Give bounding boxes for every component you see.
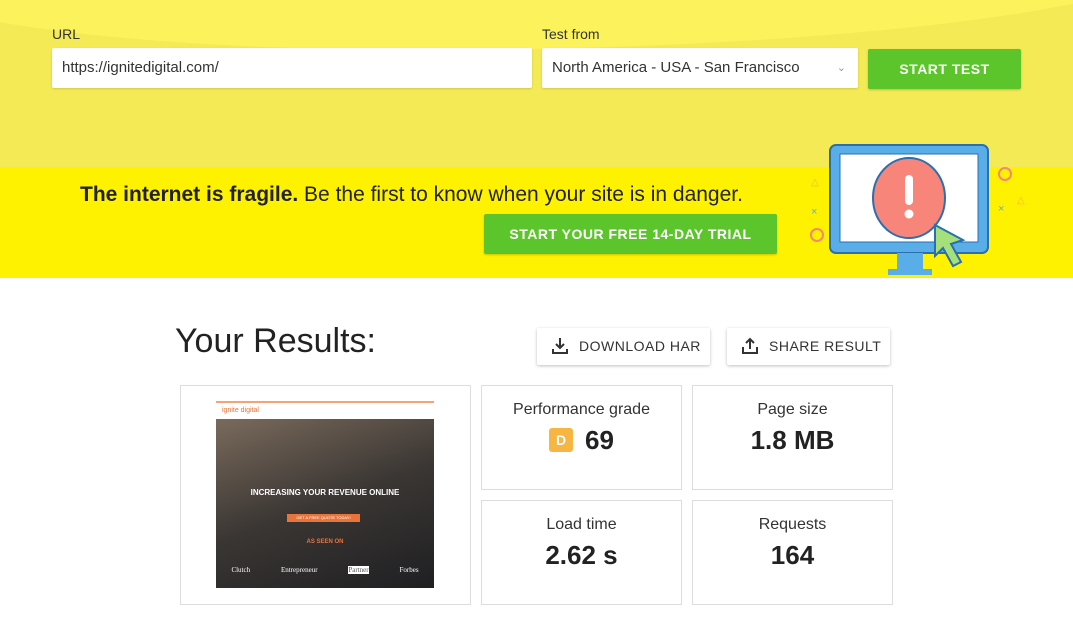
metric-value: 2.62 s <box>545 540 618 570</box>
chevron-down-icon: ⌄ <box>836 62 846 74</box>
download-label: DOWNLOAD HAR <box>579 338 701 354</box>
metric-value: 164 <box>770 540 815 570</box>
grade-badge: D <box>549 428 574 452</box>
download-icon <box>552 338 568 354</box>
thumb-headline: INCREASING YOUR REVENUE ONLINE <box>250 488 400 497</box>
metric-performance: Performance grade D 69 <box>481 385 682 490</box>
metric-label: Requests <box>758 516 827 533</box>
free-trial-button[interactable]: START YOUR FREE 14-DAY TRIAL <box>484 214 777 254</box>
thumb-brand: ignite digital <box>216 401 434 419</box>
metric-load-time: Load time 2.62 s <box>481 500 682 605</box>
selected-location: North America - USA - San Francisco <box>552 59 800 76</box>
metric-value: 69 <box>585 425 614 455</box>
share-result-button[interactable]: SHARE RESULT <box>727 328 890 365</box>
url-label: URL <box>52 26 81 42</box>
promo-rest: Be the first to know when your site is i… <box>298 183 743 206</box>
test-from-select[interactable]: North America - USA - San Francisco ⌄ <box>542 48 858 88</box>
promo-text: The internet is fragile. Be the first to… <box>80 183 743 207</box>
metric-requests: Requests 164 <box>692 500 893 605</box>
metric-label: Page size <box>757 401 828 418</box>
logo-forbes: Forbes <box>399 566 419 574</box>
results-title: Your Results: <box>175 322 376 360</box>
svg-text:△: △ <box>1017 195 1025 206</box>
url-input[interactable]: https://ignitedigital.com/ <box>52 48 532 88</box>
share-icon <box>742 337 758 354</box>
metric-label: Load time <box>546 516 617 533</box>
test-from-label: Test from <box>542 26 600 42</box>
promo-bold: The internet is fragile. <box>80 183 299 206</box>
monitor-alert-icon: △ △ × × <box>810 144 1025 275</box>
logo-entrepreneur: Entrepreneur <box>280 566 318 574</box>
logo-partner: Partner <box>348 566 369 574</box>
site-screenshot: ignite digital INCREASING YOUR REVENUE O… <box>216 401 434 588</box>
metric-value: 1.8 MB <box>750 425 835 455</box>
logo-clutch: Clutch <box>231 566 251 574</box>
metric-label: Performance grade <box>513 401 650 418</box>
metric-page-size: Page size 1.8 MB <box>692 385 893 490</box>
svg-text:△: △ <box>811 177 819 188</box>
download-har-button[interactable]: DOWNLOAD HAR <box>537 328 710 365</box>
thumb-cta: GET A FREE QUOTE TODAY! <box>287 514 360 522</box>
thumb-seen: AS SEEN ON <box>306 539 344 545</box>
share-label: SHARE RESULT <box>769 338 882 354</box>
svg-text:×: × <box>998 203 1004 215</box>
start-test-button[interactable]: START TEST <box>868 49 1021 89</box>
svg-text:×: × <box>811 206 817 218</box>
